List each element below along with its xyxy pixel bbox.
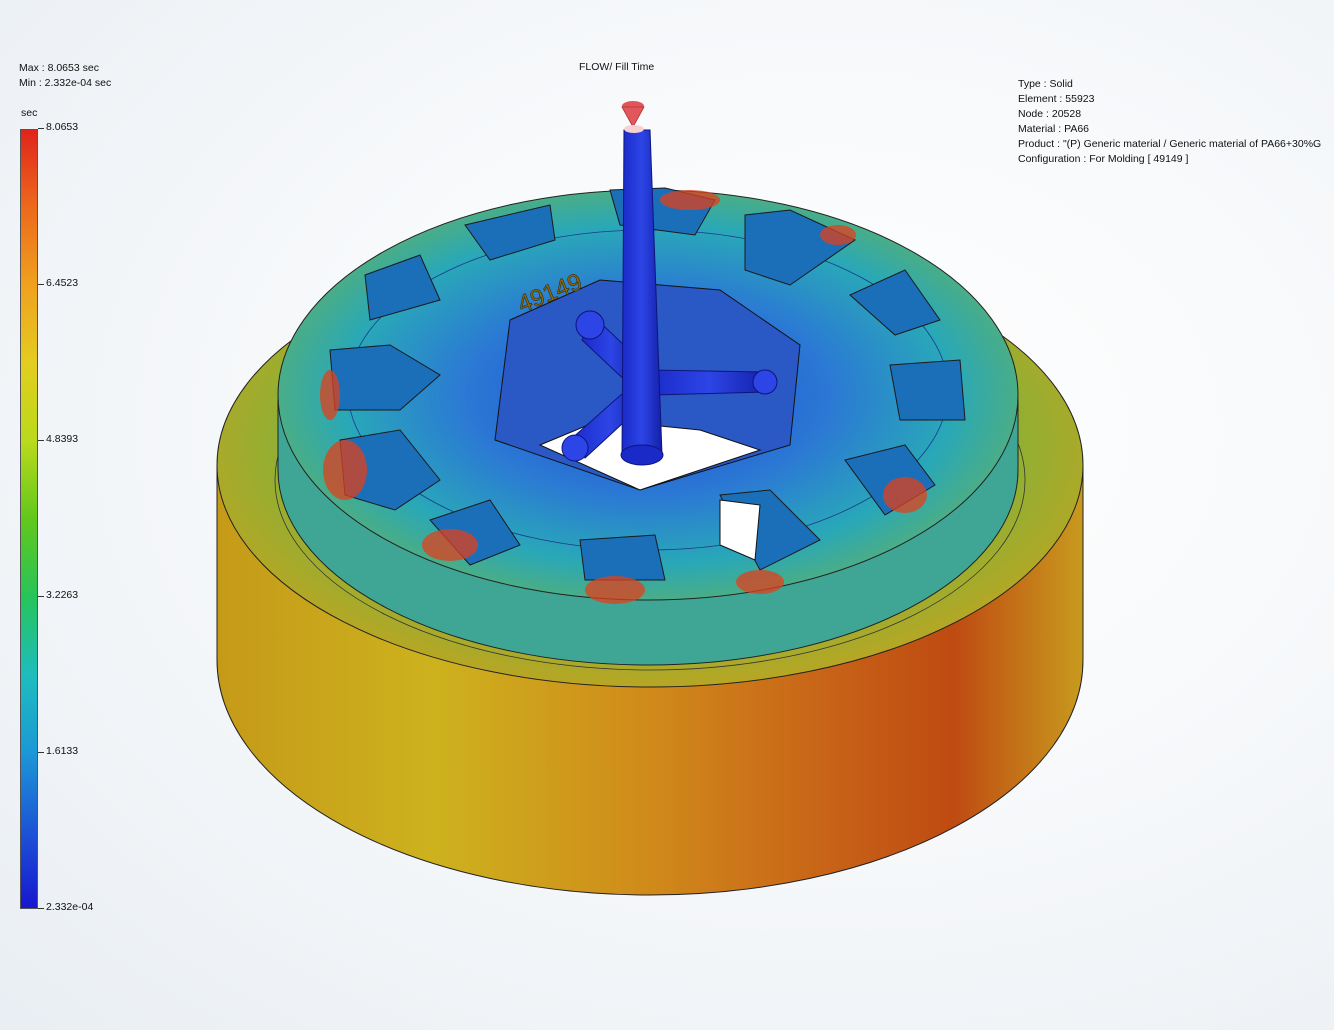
sprue	[621, 129, 663, 456]
injection-point-marker	[621, 101, 645, 133]
model-viewport[interactable]: 49149	[0, 0, 1334, 1030]
ring-pocket	[579, 534, 666, 581]
ring-pocket	[889, 359, 966, 421]
